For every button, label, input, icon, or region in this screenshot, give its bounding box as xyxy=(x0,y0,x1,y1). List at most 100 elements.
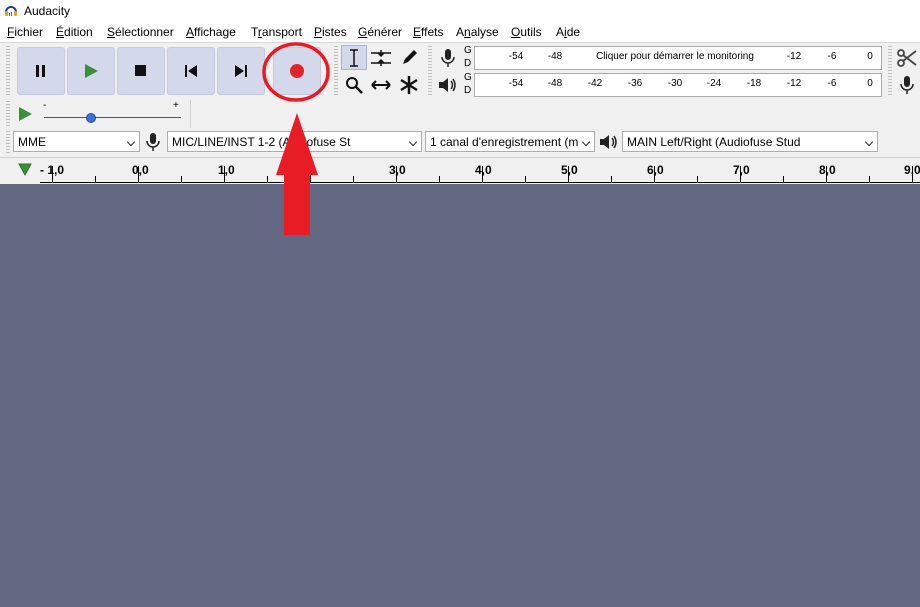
menu-accel: G xyxy=(358,25,368,39)
ruler-minor-tick xyxy=(267,176,268,182)
skip-to-start-icon xyxy=(185,65,197,77)
ruler-minor-tick xyxy=(353,176,354,182)
menu-accel: O xyxy=(511,25,521,39)
meter-channel-left: G xyxy=(464,45,472,56)
menu-analyse[interactable]: Analyse xyxy=(456,25,499,39)
menu-édition[interactable]: Édition xyxy=(56,25,93,39)
toolbar-grip[interactable] xyxy=(6,131,10,153)
chevron-down-icon xyxy=(581,137,591,147)
toolbar-grip[interactable] xyxy=(428,46,432,96)
toolbar-grip[interactable] xyxy=(6,101,10,126)
zoom-tool-button[interactable] xyxy=(341,72,367,97)
recording-channels-select[interactable]: 1 canal d'enregistrement (m xyxy=(425,131,595,152)
record-meter[interactable]: -54 -48 Cliquer pour démarrer le monitor… xyxy=(474,46,882,70)
ruler-minor-tick xyxy=(611,176,612,182)
play-at-speed-button[interactable] xyxy=(12,101,38,126)
draw-tool-button[interactable] xyxy=(396,45,422,70)
menu-sélectionner[interactable]: Sélectionner xyxy=(107,25,174,39)
menu-transport[interactable]: Transport xyxy=(251,25,302,39)
audio-host-select[interactable]: MME xyxy=(13,131,140,152)
timeline-options-button[interactable] xyxy=(14,160,36,180)
meter-tick: -30 xyxy=(667,78,683,89)
envelope-tool-button[interactable] xyxy=(368,45,394,70)
menu-accel: r xyxy=(257,25,262,39)
stop-icon xyxy=(135,65,146,76)
chevron-down-icon xyxy=(126,137,136,147)
track-area[interactable] xyxy=(0,184,920,607)
playback-device-value: MAIN Left/Right (Audiofuse Stud xyxy=(627,135,801,149)
record-meter-button[interactable] xyxy=(435,45,461,70)
meter-channel-right: D xyxy=(464,58,472,69)
toolbar-grip[interactable] xyxy=(888,46,892,96)
toolbar-grip[interactable] xyxy=(334,46,338,96)
cut-button[interactable] xyxy=(894,45,920,70)
menu-aide[interactable]: Aide xyxy=(556,25,580,39)
i-beam-icon xyxy=(350,48,358,67)
meter-channel-left: G xyxy=(464,72,472,83)
meter-tick: -12 xyxy=(786,51,802,62)
scissors-icon xyxy=(897,48,917,67)
menu-outils[interactable]: Outils xyxy=(511,25,542,39)
speed-plus: + xyxy=(173,100,179,111)
pause-button[interactable] xyxy=(17,47,65,95)
meter-tick: -36 xyxy=(627,78,643,89)
ruler-label: 5,0 xyxy=(561,163,578,177)
menu-accel: A xyxy=(186,25,195,39)
playback-meter-button[interactable] xyxy=(435,72,461,97)
play-button[interactable] xyxy=(67,47,115,95)
asterisk-icon xyxy=(400,75,418,94)
stop-button[interactable] xyxy=(117,47,165,95)
speed-minus: - xyxy=(43,100,47,111)
ruler-label: 3,0 xyxy=(389,163,406,177)
multi-tool-button[interactable] xyxy=(396,72,422,97)
menu-fichier[interactable]: Fichier xyxy=(7,25,43,39)
ruler-label: 0,0 xyxy=(132,163,149,177)
speaker-icon xyxy=(439,77,456,92)
selection-tool-button[interactable] xyxy=(341,45,367,70)
meter-tick: -6 xyxy=(827,51,837,62)
skip-to-start-button[interactable] xyxy=(167,47,215,95)
red-arrow-icon xyxy=(276,113,318,235)
speaker-icon xyxy=(600,135,617,149)
ruler-minor-tick xyxy=(439,176,440,182)
play-icon xyxy=(85,64,98,78)
audacity-logo-icon xyxy=(5,6,17,16)
pencil-icon xyxy=(403,49,417,64)
playback-device-select[interactable]: MAIN Left/Right (Audiofuse Stud xyxy=(622,131,878,152)
menu-effets[interactable]: Effets xyxy=(413,25,443,39)
speed-slider-thumb[interactable] xyxy=(86,113,96,123)
chevron-down-icon xyxy=(408,137,418,147)
meter-tick: -42 xyxy=(587,78,603,89)
meter-tick: 0 xyxy=(867,78,873,89)
pause-icon xyxy=(36,65,45,77)
menu-accel: n xyxy=(464,25,471,39)
ruler-minor-tick xyxy=(95,176,96,182)
menu-accel: F xyxy=(7,25,15,39)
ruler-minor-tick xyxy=(783,176,784,182)
envelope-icon xyxy=(371,49,391,66)
window-title: Audacity xyxy=(24,4,71,18)
menu-affichage[interactable]: Affichage xyxy=(186,25,236,39)
meter-tick: -12 xyxy=(786,78,802,89)
menu-accel: S xyxy=(107,25,116,39)
ruler-label: 1,0 xyxy=(218,163,235,177)
skip-to-end-button[interactable] xyxy=(217,47,265,95)
menu-pistes[interactable]: Pistes xyxy=(314,25,347,39)
time-shift-tool-button[interactable] xyxy=(368,72,394,97)
speed-slider-track[interactable] xyxy=(44,117,181,118)
meter-tick: -6 xyxy=(827,78,837,89)
meter-tick: -24 xyxy=(706,78,722,89)
meter-tick: 0 xyxy=(867,51,873,62)
record-highlight-circle xyxy=(262,42,330,102)
menu-bar: Fichier Édition Sélectionner Affichage Trans… xyxy=(0,22,920,42)
playback-meter[interactable]: -54 -48 -42 -36 -30 -24 -18 -12 -6 0 xyxy=(474,73,882,97)
ruler-label: 9,0 xyxy=(904,163,920,177)
meter-channel-right: D xyxy=(464,85,472,96)
menu-générer[interactable]: Générer xyxy=(358,25,402,39)
ruler-minor-tick xyxy=(525,176,526,182)
meter-tick: -54 xyxy=(508,51,524,62)
meter-tick: -48 xyxy=(547,78,563,89)
toolbar-grip[interactable] xyxy=(6,46,10,96)
audio-host-value: MME xyxy=(18,135,46,149)
microphone-button[interactable] xyxy=(894,72,920,97)
